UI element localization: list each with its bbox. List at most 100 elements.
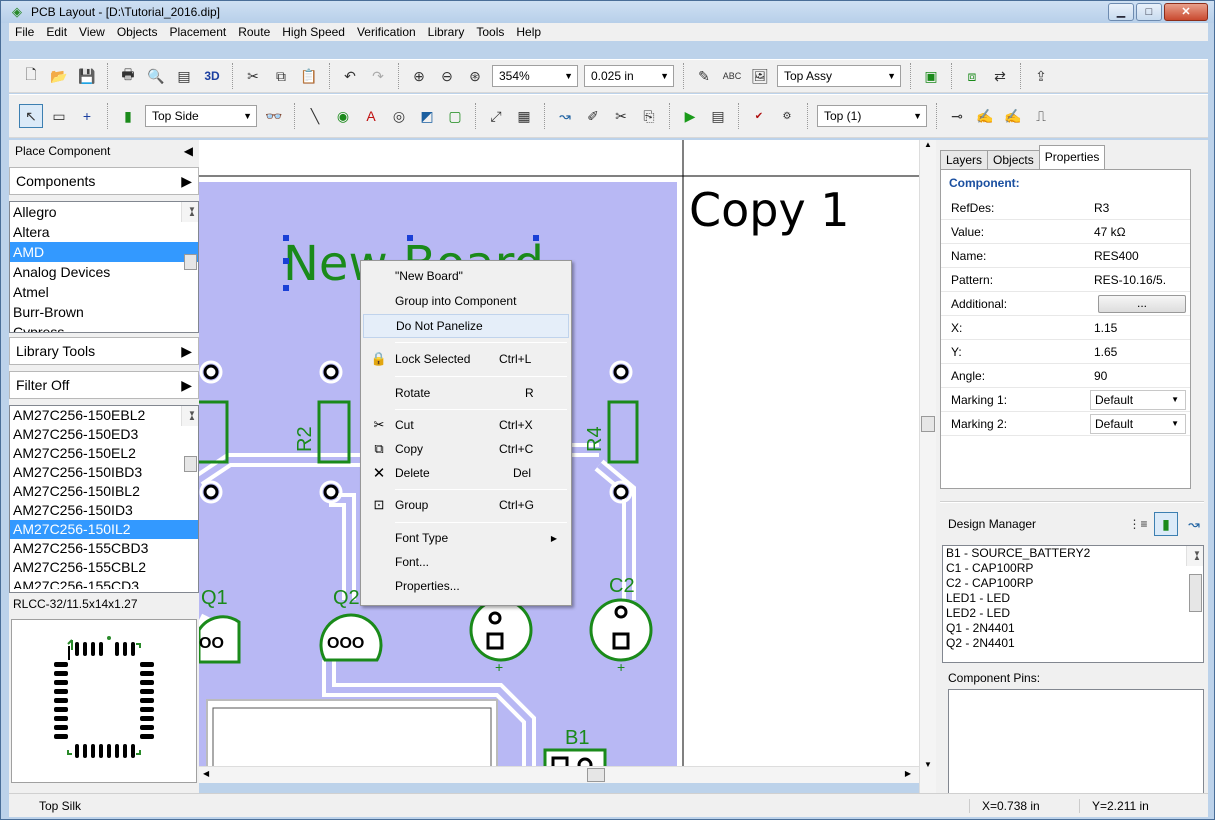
spell-check-icon[interactable]: ABC xyxy=(720,64,744,88)
components-header[interactable]: Components ▶ xyxy=(9,167,199,195)
menu-view[interactable]: View xyxy=(73,25,111,39)
list-item-selected[interactable]: AM27C256-150IL2 xyxy=(10,520,198,539)
open-folder-icon[interactable]: 📂 xyxy=(47,64,71,88)
table-icon[interactable]: ▦ xyxy=(512,104,536,128)
menu-item-new-board[interactable]: "New Board" xyxy=(363,264,569,288)
edit-text-icon[interactable]: ✎ xyxy=(692,64,716,88)
menu-item-lock-selected[interactable]: 🔒 Lock Selected Ctrl+L xyxy=(363,347,569,371)
list-item[interactable]: AM27C256-150ED3 xyxy=(10,425,198,444)
manufacturer-scrollbar[interactable]: ▲ ▼ xyxy=(181,202,198,270)
unroute-icon[interactable]: ✂ xyxy=(609,104,633,128)
list-item[interactable]: Atmel xyxy=(10,282,198,302)
prop-pattern[interactable]: RES-10.16/5. xyxy=(1086,273,1190,287)
export-icon[interactable]: ⇪ xyxy=(1029,64,1053,88)
list-item[interactable]: AM27C256-150ID3 xyxy=(10,501,198,520)
trace-edit-icon[interactable]: ✍ xyxy=(1001,104,1025,128)
prop-name[interactable]: RES400 xyxy=(1086,249,1190,263)
menu-item-font-type[interactable]: Font Type ▶ xyxy=(363,526,569,550)
tab-properties[interactable]: Properties xyxy=(1038,145,1106,169)
tab-layers[interactable]: Layers xyxy=(940,150,989,169)
menu-verification[interactable]: Verification xyxy=(351,25,422,39)
menu-item-delete[interactable]: ✕ Delete Del xyxy=(363,461,569,485)
list-item[interactable]: Altera xyxy=(10,222,198,242)
route-edit-icon[interactable]: ✐ xyxy=(581,104,605,128)
undo-icon[interactable]: ↶ xyxy=(338,64,362,88)
redo-icon[interactable]: ↷ xyxy=(366,64,390,88)
menu-route[interactable]: Route xyxy=(232,25,276,39)
autorouter-setup-icon[interactable]: ▤ xyxy=(706,104,730,128)
menu-item-rotate[interactable]: Rotate R xyxy=(363,381,569,405)
new-file-icon[interactable]: 🗋 xyxy=(19,64,43,88)
copy-text[interactable]: Copy 1 xyxy=(689,183,850,237)
ruler-icon[interactable]: ▭ xyxy=(47,104,71,128)
filter-header[interactable]: Filter Off ▶ xyxy=(9,371,199,399)
pointer-icon[interactable]: ↖ xyxy=(19,104,43,128)
copy-icon[interactable]: ⧉ xyxy=(269,64,293,88)
list-item[interactable]: Analog Devices xyxy=(10,262,198,282)
zoom-fit-icon[interactable]: ⊛ xyxy=(463,64,487,88)
layer-combo[interactable]: Top (1) ▼ xyxy=(817,105,927,127)
menu-item-group[interactable]: ⊡ Group Ctrl+G xyxy=(363,493,569,517)
drc-setup-icon[interactable]: ⚙ xyxy=(775,104,799,128)
netlist-icon[interactable]: ⧈ xyxy=(960,64,984,88)
list-item[interactable]: C2 - CAP100RP xyxy=(943,576,1203,591)
collapse-left-icon[interactable]: ◀ xyxy=(184,144,193,158)
swap-icon[interactable]: ⇄ xyxy=(988,64,1012,88)
image-icon[interactable]: 🖼 xyxy=(748,64,772,88)
menu-high-speed[interactable]: High Speed xyxy=(276,25,351,39)
canvas-horizontal-scrollbar[interactable]: ◀ ▶ xyxy=(199,766,919,783)
component-library-icon[interactable]: ▣ xyxy=(919,64,943,88)
library-tools-header[interactable]: Library Tools ▶ xyxy=(9,337,199,365)
component-pins-list[interactable] xyxy=(948,689,1204,809)
part-scrollbar[interactable]: ▲ ▼ xyxy=(181,406,198,472)
route-icon[interactable]: ↝ xyxy=(553,104,577,128)
list-item[interactable]: Burr-Brown xyxy=(10,302,198,322)
prop-refdes[interactable]: R3 xyxy=(1086,201,1190,215)
tab-objects[interactable]: Objects xyxy=(987,150,1040,169)
menu-item-copy[interactable]: ⧉ Copy Ctrl+C xyxy=(363,437,569,461)
waveform-icon[interactable]: ⎍ xyxy=(1029,104,1053,128)
menu-item-do-not-panelize[interactable]: Do Not Panelize xyxy=(363,314,569,338)
list-item[interactable]: Q1 - 2N4401 xyxy=(943,621,1203,636)
view-3d-button[interactable]: 3D xyxy=(200,64,224,88)
part-list[interactable]: AM27C256-150EBL2 AM27C256-150ED3 AM27C25… xyxy=(9,405,199,593)
binoculars-icon[interactable]: 👓 xyxy=(262,104,286,128)
list-item[interactable]: LED2 - LED xyxy=(943,606,1203,621)
list-item[interactable]: AM27C256-155CD3 xyxy=(10,577,198,589)
list-item[interactable]: LED1 - LED xyxy=(943,591,1203,606)
via-icon[interactable]: ◎ xyxy=(387,104,411,128)
list-item[interactable]: AM27C256-150EBL2 xyxy=(10,406,198,425)
place-component-icon[interactable]: ▮ xyxy=(116,104,140,128)
menu-item-font[interactable]: Font... xyxy=(363,550,569,574)
dimension-icon[interactable]: ⤢ xyxy=(484,104,508,128)
menu-placement[interactable]: Placement xyxy=(164,25,233,39)
paste-icon[interactable]: 📋 xyxy=(297,64,321,88)
grid-combo[interactable]: 0.025 in ▼ xyxy=(584,65,674,87)
place-component-header[interactable]: Place Component ◀ xyxy=(9,140,199,162)
list-view-icon[interactable]: ⋮≡ xyxy=(1126,512,1150,536)
print-preview-icon[interactable]: 🔍 xyxy=(144,64,168,88)
trace-icon[interactable]: ✍ xyxy=(973,104,997,128)
scroll-thumb[interactable] xyxy=(921,416,935,432)
side-combo[interactable]: Top Side ▼ xyxy=(145,105,257,127)
drc-icon[interactable]: ✔ xyxy=(747,104,771,128)
marking1-dropdown[interactable]: Default ▼ xyxy=(1090,389,1186,410)
list-item[interactable]: AM27C256-150EL2 xyxy=(10,444,198,463)
run-autorouter-icon[interactable]: ▶ xyxy=(678,104,702,128)
net-icon[interactable]: ⊸ xyxy=(945,104,969,128)
zoom-combo[interactable]: 354% ▼ xyxy=(492,65,578,87)
scroll-thumb[interactable] xyxy=(587,768,605,782)
menu-help[interactable]: Help xyxy=(510,25,547,39)
canvas-vertical-scrollbar[interactable]: ▲ ▼ xyxy=(919,140,936,793)
line-icon[interactable]: ╲ xyxy=(303,104,327,128)
save-icon[interactable]: 💾 xyxy=(75,64,99,88)
menu-item-group-into-component[interactable]: Group into Component xyxy=(363,289,569,313)
close-button[interactable]: ✕ xyxy=(1164,3,1208,21)
minimize-button[interactable]: ▁ xyxy=(1108,3,1134,21)
route-options-icon[interactable]: ⎘ xyxy=(637,104,661,128)
list-item[interactable]: C1 - CAP100RP xyxy=(943,561,1203,576)
list-item[interactable]: Allegro xyxy=(10,202,198,222)
components-view-icon[interactable]: ▮ xyxy=(1154,512,1178,536)
list-item[interactable]: Q2 - 2N4401 xyxy=(943,636,1203,651)
print-icon[interactable]: 🖶 xyxy=(116,64,140,88)
